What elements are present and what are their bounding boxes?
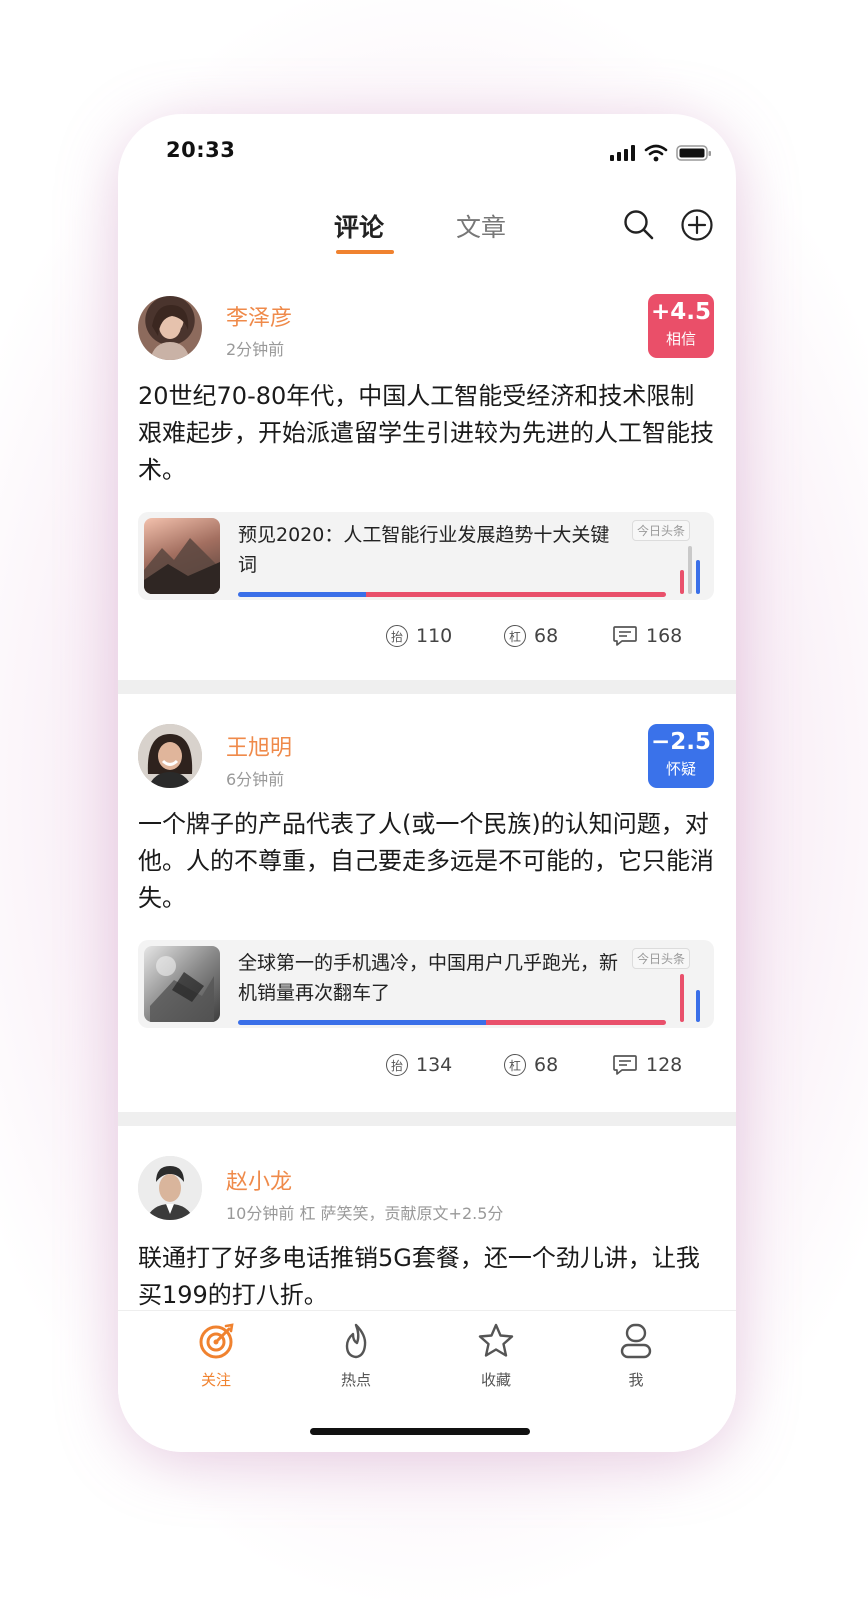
home-indicator[interactable] [310, 1428, 530, 1435]
article-thumbnail [144, 518, 220, 594]
phone-crash-image [150, 956, 214, 1022]
target-icon [199, 1323, 234, 1359]
avatar[interactable] [138, 296, 202, 360]
add-icon[interactable] [680, 208, 714, 242]
status-icons [610, 144, 712, 162]
tab-label: 我 [628, 1371, 644, 1389]
status-time: 20:33 [166, 138, 236, 162]
stance-doubt-fill [238, 1020, 487, 1025]
mini-bar-red [680, 570, 684, 594]
post-text: 一个牌子的产品代表了人(或一个民族)的认知问题，对他。人的不尊重，自己要走多远是… [138, 810, 714, 912]
author-name[interactable]: 李泽彦 [226, 300, 292, 332]
post-card[interactable]: 赵小龙 10分钟前 杠 萨笑笑，贡献原文+2.5分 联通打了好多电话推销5G套餐… [118, 1126, 736, 1310]
post-card[interactable]: 王旭明 6分钟前 −2.5 怀疑 一个牌子的产品代表了人(或一个民族)的认知问题… [118, 694, 736, 1112]
lift-count: 134 [416, 1054, 453, 1076]
comment-stat[interactable]: 168 [612, 625, 682, 647]
post-time: 6分钟前 [226, 770, 285, 789]
stance-doubt-fill [238, 592, 367, 597]
comment-feed[interactable]: 李泽彦 2分钟前 +4.5 相信 20世纪70-80年代，中国人工智能受经济和技… [118, 262, 736, 1310]
tab-favorites[interactable]: 收藏 [456, 1321, 536, 1390]
mini-chart [678, 962, 704, 1022]
linked-article[interactable]: 全球第一的手机遇冷，中国用户几乎跑光，新机销量再次翻车了 今日头条 [138, 940, 714, 1028]
stance-believe-fill [486, 1020, 666, 1025]
bar-stat[interactable]: 杠 68 [504, 625, 558, 647]
active-tab-indicator [336, 250, 394, 254]
avatar-portrait [138, 1156, 202, 1220]
bar-stat[interactable]: 杠 68 [504, 1054, 558, 1076]
author-name[interactable]: 赵小龙 [226, 1164, 292, 1196]
avatar[interactable] [138, 1156, 202, 1220]
mountain-image [144, 538, 220, 594]
mini-bar-blue [696, 990, 700, 1022]
mini-bar-red [680, 974, 684, 1022]
article-thumbnail [144, 946, 220, 1022]
bar-count: 68 [534, 625, 559, 647]
lift-stat[interactable]: 抬 110 [386, 625, 452, 647]
star-icon [478, 1323, 514, 1357]
linked-article[interactable]: 预见2020：人工智能行业发展趋势十大关键词 今日头条 [138, 512, 714, 600]
avatar-portrait [150, 304, 190, 360]
score-label: 怀疑 [665, 760, 696, 778]
mini-chart [678, 534, 704, 594]
post-meta: 10分钟前 杠 萨笑笑，贡献原文+2.5分 [226, 1204, 504, 1223]
phone-frame: 20:33 评论 文章 李泽彦 2分钟前 +4.5 相信 20世纪70-80年代… [118, 114, 736, 1452]
lift-icon: 抬 [386, 625, 408, 647]
search-icon[interactable] [622, 208, 656, 242]
top-nav: 评论 文章 [118, 188, 736, 262]
lift-stat[interactable]: 抬 134 [386, 1054, 452, 1076]
score-label: 相信 [665, 330, 696, 348]
post-time: 2分钟前 [226, 340, 285, 359]
score-value: −2.5 [650, 729, 711, 755]
score-value: +4.5 [650, 299, 711, 325]
avatar-portrait [138, 724, 202, 788]
comment-count: 128 [646, 1054, 683, 1076]
score-badge: +4.5 相信 [648, 294, 714, 358]
stance-bar [238, 592, 666, 597]
wifi-icon [644, 144, 668, 162]
battery-icon [676, 145, 711, 161]
post-text: 20世纪70-80年代，中国人工智能受经济和技术限制艰难起步，开始派遣留学生引进… [138, 382, 714, 484]
tab-follow[interactable]: 关注 [176, 1321, 256, 1390]
score-badge: −2.5 怀疑 [648, 724, 714, 788]
tab-me[interactable]: 我 [596, 1321, 676, 1390]
comment-icon [613, 626, 637, 646]
status-bar: 20:33 [118, 114, 736, 188]
tab-label: 热点 [340, 1371, 371, 1389]
comment-icon [613, 1055, 637, 1075]
signal-icon [610, 145, 635, 161]
author-name[interactable]: 王旭明 [226, 730, 292, 762]
tab-comments[interactable]: 评论 [334, 208, 384, 244]
tab-label: 收藏 [480, 1371, 511, 1389]
tab-articles[interactable]: 文章 [456, 208, 506, 244]
comment-count: 168 [646, 625, 683, 647]
tab-label: 关注 [200, 1371, 231, 1389]
article-title: 全球第一的手机遇冷，中国用户几乎跑光，新机销量再次翻车了 [238, 952, 619, 1004]
post-text: 联通打了好多电话推销5G套餐，还一个劲儿讲，让我买199的打八折。 [138, 1244, 700, 1309]
post-stats: 抬 134 杠 68 128 [118, 1054, 736, 1084]
post-card[interactable]: 李泽彦 2分钟前 +4.5 相信 20世纪70-80年代，中国人工智能受经济和技… [118, 262, 736, 680]
tab-hot[interactable]: 热点 [316, 1321, 396, 1390]
article-title: 预见2020：人工智能行业发展趋势十大关键词 [238, 524, 610, 576]
mini-bar-blue [696, 560, 700, 594]
stance-bar [238, 1020, 666, 1025]
flame-icon [345, 1323, 367, 1359]
profile-icon [620, 1323, 652, 1359]
comment-stat[interactable]: 128 [612, 1054, 682, 1076]
bar-icon: 杠 [504, 625, 526, 647]
lift-icon: 抬 [386, 1054, 408, 1076]
mini-bar-gray [688, 546, 692, 594]
bar-icon: 杠 [504, 1054, 526, 1076]
stance-believe-fill [366, 592, 666, 597]
post-stats: 抬 110 杠 68 168 [118, 625, 736, 655]
bar-count: 68 [534, 1054, 559, 1076]
avatar[interactable] [138, 724, 202, 788]
lift-count: 110 [416, 625, 453, 647]
